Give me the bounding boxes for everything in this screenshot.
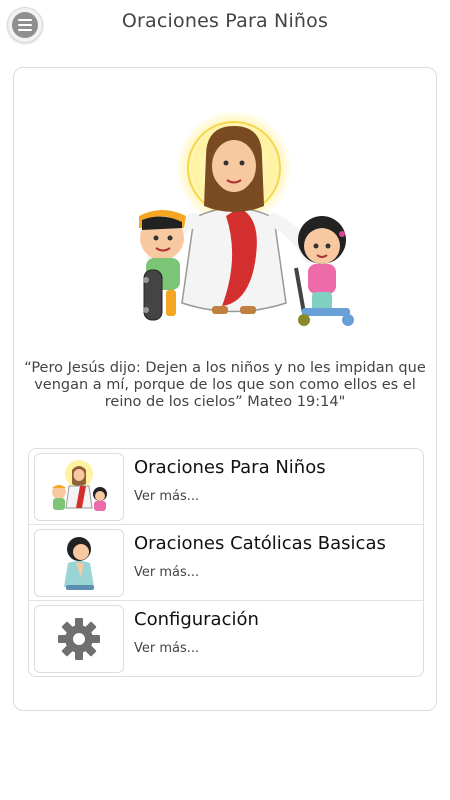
- list-item-configuracion[interactable]: Configuración Ver más...: [29, 601, 423, 676]
- list-item-title: Oraciones Para Niños: [134, 457, 326, 478]
- list-item-thumbnail: [34, 605, 124, 673]
- bible-quote: “Pero Jesús dijo: Dejen a los niños y no…: [24, 360, 426, 410]
- list-item-link[interactable]: Ver más...: [134, 489, 199, 504]
- list-item-link[interactable]: Ver más...: [134, 565, 199, 580]
- gear-icon: [58, 618, 100, 660]
- list-item-oraciones-catolicas[interactable]: Oraciones Católicas Basicas Ver más...: [29, 525, 423, 601]
- list-item-link[interactable]: Ver más...: [134, 641, 199, 656]
- list-item-thumbnail: [34, 453, 124, 521]
- jesus-with-children-illustration: [139, 110, 354, 326]
- jesus-children-icon: [52, 460, 107, 511]
- top-bar: Oraciones Para Niños: [0, 0, 450, 48]
- list-item-title: Oraciones Católicas Basicas: [134, 533, 386, 554]
- menu-list: Oraciones Para Niños Ver más... Oracione…: [28, 448, 424, 677]
- list-item-oraciones-para-ninos[interactable]: Oraciones Para Niños Ver más...: [29, 449, 423, 525]
- praying-child-icon: [64, 537, 94, 590]
- list-item-thumbnail: [34, 529, 124, 597]
- main-card: “Pero Jesús dijo: Dejen a los niños y no…: [13, 67, 437, 711]
- list-item-title: Configuración: [134, 609, 259, 630]
- page-title: Oraciones Para Niños: [121, 10, 329, 32]
